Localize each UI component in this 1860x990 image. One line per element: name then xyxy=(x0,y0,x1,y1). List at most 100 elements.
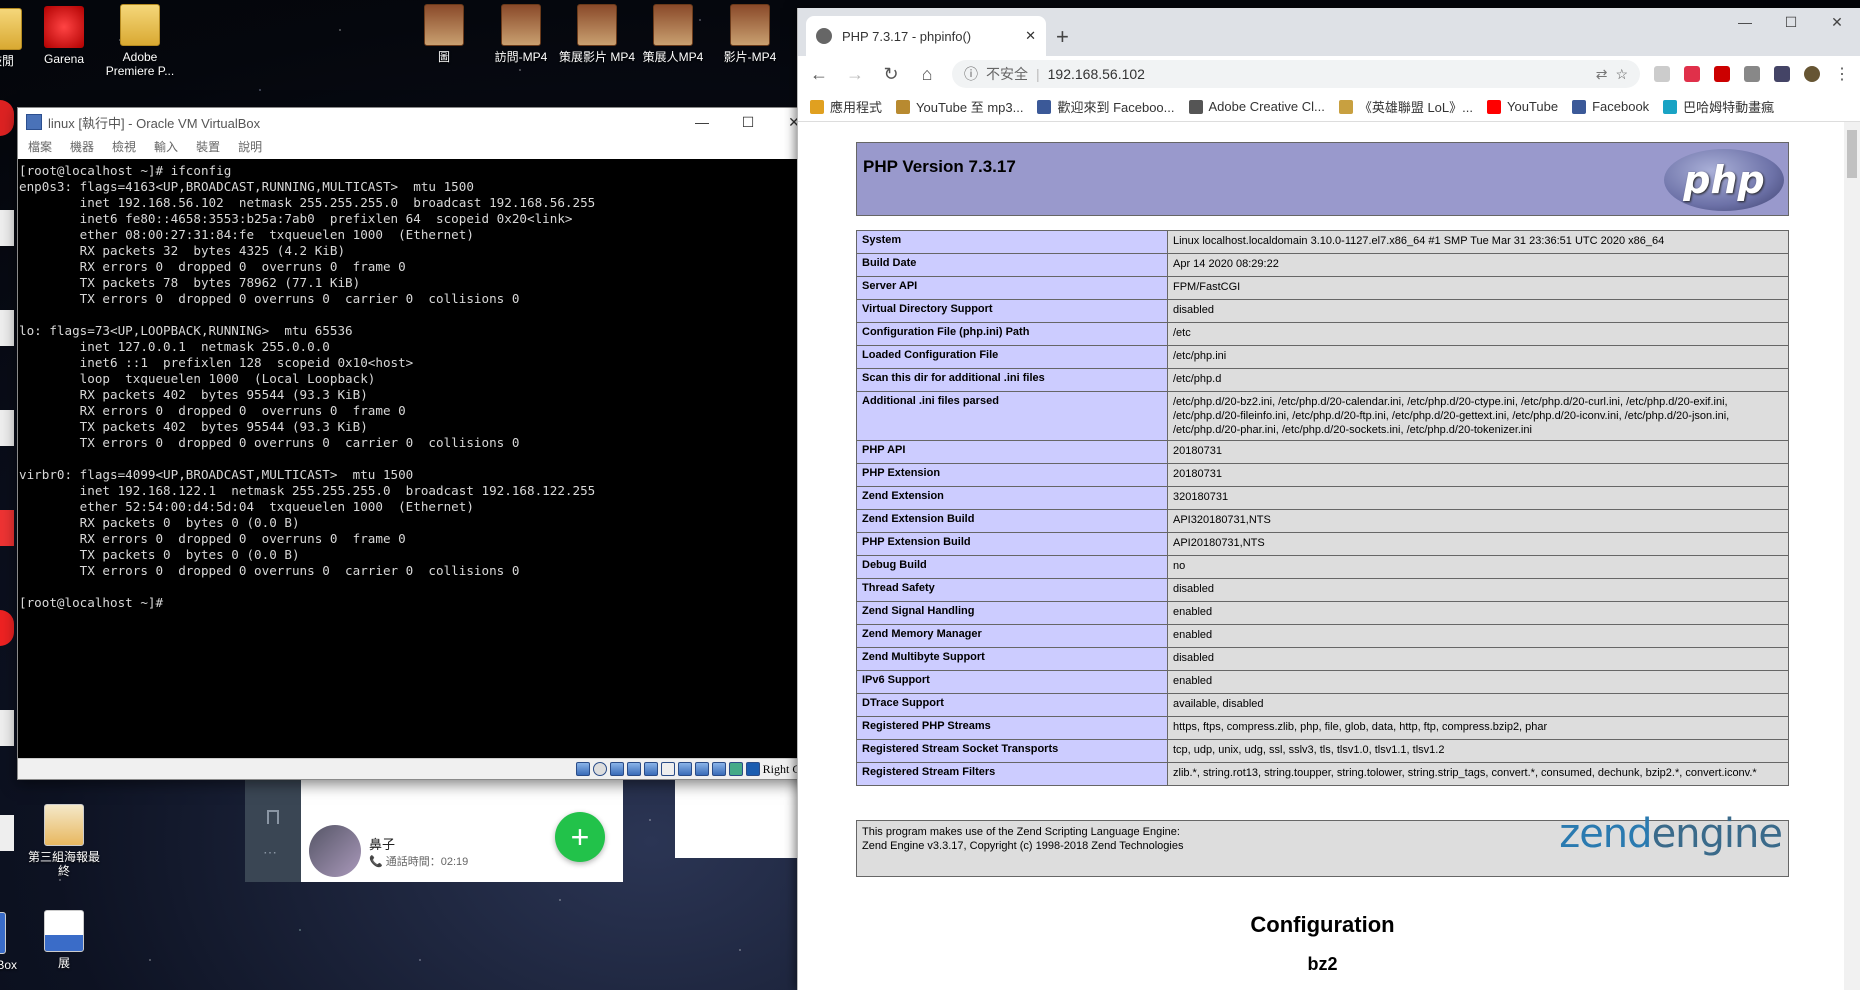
menu-icon[interactable]: ⋮ xyxy=(1834,64,1850,84)
back-icon[interactable]: ← xyxy=(808,64,830,85)
php-logo[interactable]: php xyxy=(1664,149,1784,211)
chat-contact[interactable]: 鼻子 📞 通話時間：02:19 xyxy=(309,825,468,877)
maximize-button[interactable]: ☐ xyxy=(1768,8,1814,36)
table-row: Zend Signal Handling enabled xyxy=(856,601,1789,625)
bookmark-item[interactable]: Facebook xyxy=(1572,99,1649,114)
browser-tab[interactable]: PHP 7.3.17 - phpinfo() ✕ xyxy=(806,16,1046,56)
row-key: Zend Multibyte Support xyxy=(856,647,1168,671)
phone-icon: 📞 xyxy=(369,855,383,868)
menu-input[interactable]: 輸入 xyxy=(154,138,178,155)
desktop-edge-icon[interactable] xyxy=(0,310,14,346)
keyboard-icon[interactable] xyxy=(745,762,760,776)
new-tab-button[interactable]: + xyxy=(1056,24,1069,50)
maximize-button[interactable]: ☐ xyxy=(725,108,771,136)
extension-icon[interactable] xyxy=(1714,66,1730,82)
translate-icon[interactable]: ⇄ xyxy=(1596,66,1608,83)
virtualbox-window: linux [執行中] - Oracle VM VirtualBox — ☐ ✕… xyxy=(17,107,818,780)
menu-machine[interactable]: 機器 xyxy=(70,138,94,155)
network-icon[interactable] xyxy=(626,762,641,776)
info-icon[interactable]: ⓘ xyxy=(964,64,978,84)
menu-view[interactable]: 檢視 xyxy=(112,138,136,155)
terminal-line: RX errors 0 dropped 0 overruns 0 frame 0 xyxy=(19,403,406,418)
terminal-line: ether 08:00:27:31:84:fe txqueuelen 1000 … xyxy=(19,227,474,242)
home-icon[interactable]: ⌂ xyxy=(916,64,938,85)
table-row: Virtual Directory Support disabled xyxy=(856,299,1789,323)
mouse-integration-icon[interactable] xyxy=(728,762,743,776)
shared-folder-icon[interactable] xyxy=(660,762,675,776)
recording-icon[interactable] xyxy=(694,762,709,776)
add-button[interactable]: + xyxy=(555,812,605,862)
harddisk-icon[interactable] xyxy=(575,762,590,776)
audio-icon[interactable] xyxy=(609,762,624,776)
bookmark-item[interactable]: 《英雄聯盟 LoL》... xyxy=(1338,97,1473,116)
title-bar[interactable]: linux [執行中] - Oracle VM VirtualBox — ☐ ✕ xyxy=(18,108,817,136)
security-label: 不安全 xyxy=(986,66,1028,82)
forward-icon[interactable]: → xyxy=(844,64,866,85)
menu-help[interactable]: 說明 xyxy=(238,138,262,155)
desktop-edge-icon[interactable] xyxy=(0,610,14,646)
row-key: DTrace Support xyxy=(856,693,1168,717)
menu-file[interactable]: 檔案 xyxy=(28,138,52,155)
extension-icon[interactable] xyxy=(1654,66,1670,82)
desktop-icon[interactable]: 圖 xyxy=(404,4,484,64)
bookmark-item[interactable]: YouTube 至 mp3... xyxy=(896,97,1023,116)
page-scrollbar[interactable] xyxy=(1844,122,1860,990)
address-bar[interactable]: ⓘ 不安全 | 192.168.56.102 ⇄ ☆ xyxy=(952,60,1640,88)
display-icon[interactable] xyxy=(677,762,692,776)
desktop-icon-adobe-premiere[interactable]: Adobe Premiere P... xyxy=(100,4,180,78)
more-icon[interactable]: ⋯ xyxy=(263,844,277,861)
minimize-button[interactable]: — xyxy=(679,108,725,136)
minimize-button[interactable]: — xyxy=(1722,8,1768,36)
desktop-icon-garena[interactable]: Garena xyxy=(24,6,104,66)
cpu-icon[interactable] xyxy=(711,762,726,776)
bookmark-star-icon[interactable]: ☆ xyxy=(1615,66,1628,83)
desktop-icon[interactable]: VM Box xyxy=(0,912,26,972)
desktop-edge-icon[interactable] xyxy=(0,815,14,851)
bookmark-item[interactable]: Adobe Creative Cl... xyxy=(1188,99,1325,114)
zend-engine-logo[interactable]: zendengine xyxy=(1559,814,1783,854)
table-row: Registered Stream Socket Transports tcp, … xyxy=(856,739,1789,763)
extension-icon[interactable] xyxy=(1774,66,1790,82)
desktop-edge-icon[interactable] xyxy=(0,410,14,446)
desktop-edge-icon[interactable] xyxy=(0,710,14,746)
bookmark-item[interactable]: 應用程式 xyxy=(810,97,882,116)
extension-icon[interactable] xyxy=(1744,66,1760,82)
terminal-line: TX errors 0 dropped 0 overruns 0 carrier… xyxy=(19,291,520,306)
desktop-icon[interactable]: 影片-MP4 xyxy=(710,4,790,64)
bookmark-item[interactable]: YouTube xyxy=(1486,99,1558,114)
tab-strip: PHP 7.3.17 - phpinfo() ✕ + — ☐ ✕ xyxy=(798,8,1860,56)
table-row: Debug Build no xyxy=(856,555,1789,579)
scrollbar-thumb[interactable] xyxy=(1847,130,1857,178)
profile-avatar[interactable] xyxy=(1804,66,1820,82)
desktop-icon[interactable]: 展 xyxy=(24,910,104,970)
terminal-screen[interactable]: [root@localhost ~]# ifconfig enp0s3: flag… xyxy=(18,159,817,759)
row-key: Configuration File (php.ini) Path xyxy=(856,322,1168,346)
desktop-edge-icon[interactable] xyxy=(0,510,14,546)
desktop-icon[interactable]: 策展影片 MP4 xyxy=(557,4,637,64)
bookmark-icon[interactable] xyxy=(267,810,279,824)
desktop-icon[interactable]: 第三組海報最終 xyxy=(24,804,104,878)
tab-close-icon[interactable]: ✕ xyxy=(1025,28,1036,44)
table-row: Server API FPM/FastCGI xyxy=(856,276,1789,300)
bookmark-item[interactable]: 巴哈姆特動畫瘋 xyxy=(1663,97,1774,116)
desktop-icon[interactable]: 訪問-MP4 xyxy=(481,4,561,64)
reload-icon[interactable]: ↻ xyxy=(880,64,902,85)
desktop-edge-icon[interactable] xyxy=(0,210,14,246)
usb-icon[interactable] xyxy=(643,762,658,776)
php-version-title: PHP Version 7.3.17 xyxy=(863,157,1016,176)
bookmark-label: 應用程式 xyxy=(830,100,883,115)
pocket-icon[interactable] xyxy=(1684,66,1700,82)
desktop-icon[interactable]: 策展人MP4 xyxy=(633,4,713,64)
bookmark-item[interactable]: 歡迎來到 Faceboo... xyxy=(1037,97,1175,116)
row-value: zlib.*, string.rot13, string.toupper, st… xyxy=(1167,762,1789,786)
menu-bar: 檔案 機器 檢視 輸入 裝置 說明 xyxy=(18,136,817,156)
desktop-edge-icon[interactable] xyxy=(0,100,14,136)
tab-title: PHP 7.3.17 - phpinfo() xyxy=(842,28,972,44)
optical-drive-icon[interactable] xyxy=(592,762,607,776)
table-row: Scan this dir for additional .ini files /… xyxy=(856,368,1789,392)
row-value: 20180731 xyxy=(1167,463,1789,487)
terminal-line: ether 52:54:00:d4:5d:04 txqueuelen 1000 … xyxy=(19,499,474,514)
row-key: PHP Extension xyxy=(856,463,1168,487)
menu-devices[interactable]: 裝置 xyxy=(196,138,220,155)
close-button[interactable]: ✕ xyxy=(1814,8,1860,36)
